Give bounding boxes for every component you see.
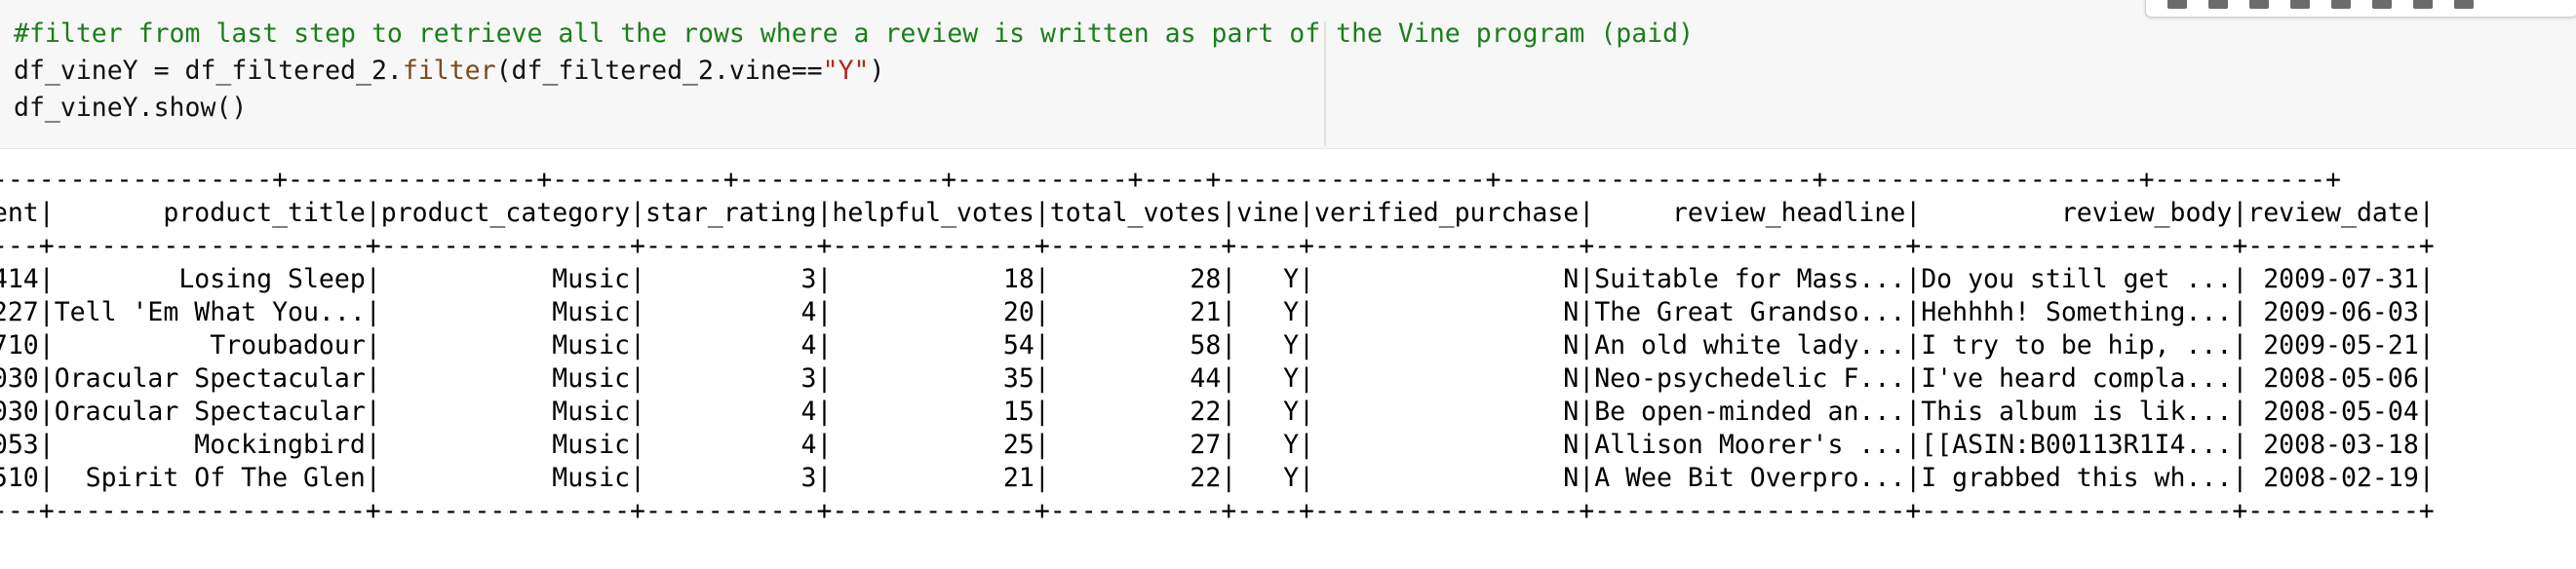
more-icon[interactable] [2454, 0, 2474, 9]
cell-toolbar[interactable] [2145, 0, 2576, 18]
delete-icon[interactable] [2413, 0, 2433, 9]
table-border-bottom: +----------------+--------------------+-… [0, 496, 2435, 526]
settings-icon[interactable] [2331, 0, 2351, 9]
table-border-top: +----------+--------------------+-------… [0, 165, 2341, 195]
code-line-show: df_vineY.show() [14, 93, 248, 123]
table-row: | 160157414| Losing Sleep| Music| 3| 18|… [0, 264, 2435, 294]
expand-icon[interactable] [2372, 0, 2392, 9]
output-table: +----------+--------------------+-------… [0, 164, 2435, 528]
code-token-var: df_vineY = df_filtered_2. [14, 56, 403, 86]
run-cell-icon[interactable] [2167, 0, 2187, 9]
code-cell[interactable]: #filter from last step to retrieve all t… [0, 0, 2576, 149]
notebook-page: #filter from last step to retrieve all t… [0, 0, 2576, 569]
code-comment-line: #filter from last step to retrieve all t… [14, 19, 1695, 49]
code-editor[interactable]: #filter from last step to retrieve all t… [14, 16, 1694, 127]
code-token-end: ) [869, 56, 885, 86]
table-row: | 431121030|Oracular Spectacular| Music|… [0, 363, 2435, 394]
table-row: | 780365053| Mockingbird| Music| 4| 25| … [0, 430, 2435, 460]
cell-output: +----------+--------------------+-------… [0, 164, 2576, 553]
table-row: | 563648227|Tell 'Em What You...| Music|… [0, 297, 2435, 327]
table-row: | 893742510| Spirit Of The Glen| Music| … [0, 463, 2435, 493]
code-line-filter: df_vineY = df_filtered_2.filter(df_filte… [14, 53, 1694, 90]
table-border-mid: +----------------+--------------------+-… [0, 231, 2435, 261]
comment-icon[interactable] [2290, 0, 2310, 9]
code-token-args: (df_filtered_2.vine== [495, 56, 823, 86]
table-row: | 431121030|Oracular Spectacular| Music|… [0, 397, 2435, 427]
table-header-row: | product_parent| product_title|product_… [0, 198, 2435, 228]
code-token-method: filter [402, 56, 496, 86]
move-down-icon[interactable] [2249, 0, 2269, 9]
table-row: | 263499710| Troubadour| Music| 4| 54| 5… [0, 330, 2435, 360]
move-up-icon[interactable] [2208, 0, 2228, 9]
code-token-string: "Y" [822, 56, 870, 86]
